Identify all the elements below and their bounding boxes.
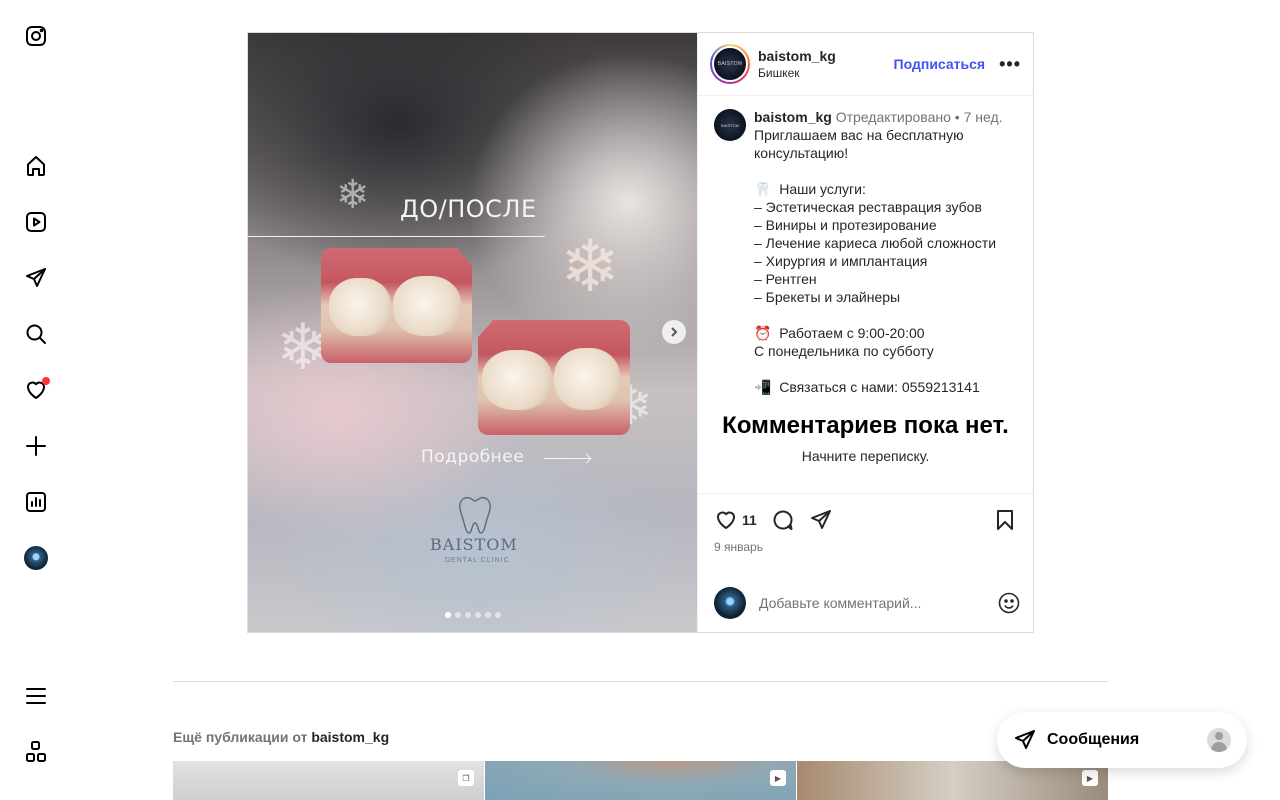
more-posts-heading: Ещё публикации от baistom_kg bbox=[173, 729, 389, 745]
home-icon[interactable] bbox=[22, 152, 50, 180]
caption-line: 📲 Связаться с нами: 0559213141 bbox=[754, 379, 980, 395]
menu-icon[interactable] bbox=[22, 682, 50, 710]
caption-line: С понедельника по субботу bbox=[754, 343, 934, 359]
caption-line: ⏰ Работаем с 9:00-20:00 bbox=[754, 325, 925, 341]
caption-line bbox=[754, 360, 1003, 378]
reels-icon[interactable] bbox=[22, 208, 50, 236]
carousel-icon: ❐ bbox=[458, 770, 474, 786]
reel-icon: ▶ bbox=[1082, 770, 1098, 786]
like-heart-icon[interactable] bbox=[714, 508, 738, 532]
post-location[interactable]: Бишкек bbox=[758, 66, 836, 80]
logo-name: BAISTOM bbox=[430, 535, 518, 554]
next-slide-button[interactable] bbox=[662, 320, 686, 344]
carousel-dot bbox=[445, 612, 451, 618]
search-icon[interactable] bbox=[22, 320, 50, 348]
no-comments-title: Комментариев пока нет. bbox=[722, 412, 1009, 439]
notification-dot bbox=[42, 377, 50, 385]
post-thumbnail[interactable]: ❐ bbox=[173, 761, 484, 800]
comment-icon[interactable] bbox=[771, 508, 795, 532]
likes-count[interactable]: 11 bbox=[742, 512, 757, 528]
post-actions: 11 9 январь bbox=[698, 493, 1033, 574]
caption-line: – Рентген bbox=[754, 271, 817, 287]
caption-line: – Виниры и протезирование bbox=[754, 217, 937, 233]
post-card: ❄ ❄ ❄ ❄ ДО/ПОСЛЕ Подробнее BAISTOM DENTA… bbox=[247, 32, 1034, 633]
no-comments: Комментариев пока нет. Начните переписку… bbox=[714, 412, 1017, 464]
more-posts-username[interactable]: baistom_kg bbox=[311, 729, 389, 745]
create-plus-icon[interactable] bbox=[22, 432, 50, 460]
more-posts-grid: ❐ ▶ ▶ bbox=[173, 761, 1108, 800]
bookmark-icon[interactable] bbox=[993, 508, 1017, 532]
emoji-icon[interactable] bbox=[997, 591, 1021, 615]
follow-button[interactable]: Подписаться bbox=[894, 56, 986, 72]
chevron-right-icon bbox=[671, 327, 678, 337]
carousel-dot bbox=[485, 612, 491, 618]
author-username[interactable]: baistom_kg bbox=[758, 48, 836, 64]
author-avatar[interactable]: BAISTOM bbox=[710, 44, 750, 84]
no-comments-subtitle: Начните переписку. bbox=[801, 448, 930, 464]
more-link: Подробнее bbox=[421, 447, 525, 467]
caption-line bbox=[754, 306, 1003, 324]
current-user-avatar bbox=[714, 587, 746, 619]
caption-line bbox=[754, 162, 1003, 180]
comment-input[interactable] bbox=[759, 595, 979, 611]
carousel-dot bbox=[465, 612, 471, 618]
caption-line: консультацию! bbox=[754, 145, 849, 161]
caption-line: Приглашаем вас на бесплатную bbox=[754, 127, 964, 143]
after-photo bbox=[478, 320, 630, 435]
caption-text: Приглашаем вас на бесплатную консультацию… bbox=[754, 126, 1003, 396]
profile-avatar[interactable] bbox=[22, 544, 50, 572]
arrow-icon bbox=[544, 458, 590, 459]
carousel-dot bbox=[475, 612, 481, 618]
more-options-icon[interactable]: ••• bbox=[999, 54, 1021, 75]
more-apps-icon[interactable] bbox=[22, 738, 50, 766]
direct-icon[interactable] bbox=[22, 264, 50, 292]
post-date[interactable]: 9 январь bbox=[714, 540, 1017, 554]
more-posts-prefix: Ещё публикации от bbox=[173, 729, 308, 745]
messages-button[interactable]: Сообщения bbox=[997, 712, 1247, 768]
logo-subtitle: DENTAL CLINIC bbox=[445, 557, 510, 564]
carousel-dot bbox=[495, 612, 501, 618]
divider bbox=[248, 236, 545, 237]
dashboard-icon[interactable] bbox=[22, 488, 50, 516]
comment-form bbox=[698, 574, 1033, 632]
caption-line: 🦷 Наши услуги: bbox=[754, 181, 866, 197]
carousel-dots bbox=[445, 612, 501, 618]
section-divider bbox=[173, 681, 1108, 682]
caption-line: – Лечение кариеса любой сложности bbox=[754, 235, 997, 251]
before-photo bbox=[321, 248, 472, 363]
edited-label: Отредактировано bbox=[835, 109, 951, 125]
direct-icon bbox=[1015, 730, 1035, 749]
media-title: ДО/ПОСЛЕ bbox=[400, 195, 537, 223]
carousel-dot bbox=[455, 612, 461, 618]
caption-avatar[interactable]: BAISTOM bbox=[714, 109, 746, 141]
instagram-logo-icon[interactable] bbox=[22, 22, 50, 50]
post-media[interactable]: ❄ ❄ ❄ ❄ ДО/ПОСЛЕ Подробнее BAISTOM DENTA… bbox=[248, 33, 697, 632]
post-thumbnail[interactable]: ▶ bbox=[485, 761, 796, 800]
caption-line: – Хирургия и имплантация bbox=[754, 253, 928, 269]
messages-avatar bbox=[1207, 728, 1231, 752]
post-header: BAISTOM baistom_kg Бишкек Подписаться ••… bbox=[698, 33, 1033, 96]
heart-icon[interactable] bbox=[22, 376, 50, 404]
share-icon[interactable] bbox=[809, 508, 833, 532]
post-side-panel: BAISTOM baistom_kg Бишкек Подписаться ••… bbox=[697, 33, 1033, 632]
caption-area: BAISTOM baistom_kg Отредактировано • 7 н… bbox=[698, 96, 1033, 493]
sidebar-nav bbox=[0, 0, 72, 800]
snowflake-icon: ❄ bbox=[560, 227, 621, 307]
tooth-logo-icon bbox=[459, 496, 491, 534]
separator: • bbox=[954, 109, 960, 125]
caption-line: – Эстетическая реставрация зубов bbox=[754, 199, 982, 215]
caption-username[interactable]: baistom_kg bbox=[754, 109, 832, 125]
messages-label: Сообщения bbox=[1047, 731, 1140, 748]
caption-line: – Брекеты и элайнеры bbox=[754, 289, 901, 305]
caption: BAISTOM baistom_kg Отредактировано • 7 н… bbox=[714, 108, 1017, 396]
reel-icon: ▶ bbox=[770, 770, 786, 786]
post-age: 7 нед. bbox=[963, 109, 1003, 125]
snowflake-icon: ❄ bbox=[336, 173, 370, 217]
